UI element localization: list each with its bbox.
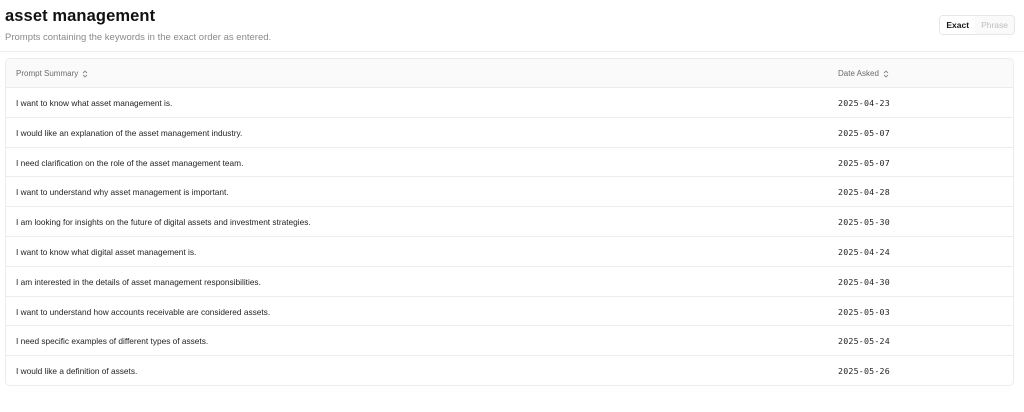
match-mode-toggle: Exact Phrase bbox=[939, 15, 1015, 35]
column-header-label: Prompt Summary bbox=[16, 69, 79, 78]
date-asked-cell: 2025-05-07 bbox=[838, 127, 890, 138]
sort-updown-icon bbox=[82, 69, 88, 78]
prompts-table: Prompt Summary Date Asked I want to know… bbox=[5, 58, 1014, 386]
table-row[interactable]: I need clarification on the role of the … bbox=[6, 148, 1013, 178]
date-asked-cell: 2025-05-07 bbox=[838, 157, 890, 168]
table-row[interactable]: I want to know what digital asset manage… bbox=[6, 237, 1013, 267]
table-header: Prompt Summary Date Asked bbox=[6, 59, 1013, 88]
table-row[interactable]: I would like a definition of assets. 202… bbox=[6, 356, 1013, 385]
prompt-summary-cell: I need clarification on the role of the … bbox=[16, 157, 244, 168]
prompt-summary-cell: I am interested in the details of asset … bbox=[16, 276, 261, 287]
table-body: I want to know what asset management is.… bbox=[6, 88, 1013, 385]
date-asked-cell: 2025-04-28 bbox=[838, 187, 890, 198]
phrase-toggle-option[interactable]: Phrase bbox=[975, 16, 1014, 34]
page-header: asset management Prompts containing the … bbox=[0, 0, 1024, 52]
column-header-date-asked[interactable]: Date Asked bbox=[838, 69, 889, 78]
prompt-summary-cell: I am looking for insights on the future … bbox=[16, 217, 311, 228]
exact-toggle-option[interactable]: Exact bbox=[940, 16, 976, 34]
prompt-summary-cell: I want to understand how accounts receiv… bbox=[16, 306, 271, 317]
prompt-summary-cell: I need specific examples of different ty… bbox=[16, 336, 209, 347]
prompt-summary-cell: I want to know what digital asset manage… bbox=[16, 246, 197, 257]
table-row[interactable]: I want to understand how accounts receiv… bbox=[6, 297, 1013, 327]
date-asked-cell: 2025-04-23 bbox=[838, 98, 890, 108]
table-row[interactable]: I am looking for insights on the future … bbox=[6, 207, 1013, 237]
prompt-summary-cell: I want to know what asset management is. bbox=[16, 98, 173, 108]
table-row[interactable]: I need specific examples of different ty… bbox=[6, 326, 1013, 357]
page-title: asset management bbox=[5, 7, 156, 25]
column-header-prompt-summary[interactable]: Prompt Summary bbox=[16, 69, 88, 78]
page-subtitle: Prompts containing the keywords in the e… bbox=[5, 32, 272, 43]
prompt-summary-cell: I would like an explanation of the asset… bbox=[16, 127, 243, 138]
column-header-label: Date Asked bbox=[838, 69, 879, 78]
date-asked-cell: 2025-05-24 bbox=[838, 336, 890, 347]
date-asked-cell: 2025-05-03 bbox=[838, 306, 890, 317]
prompt-summary-cell: I would like a definition of assets. bbox=[16, 366, 138, 377]
date-asked-cell: 2025-04-24 bbox=[838, 246, 890, 257]
table-row[interactable]: I would like an explanation of the asset… bbox=[6, 118, 1013, 148]
sort-updown-icon bbox=[883, 69, 889, 78]
date-asked-cell: 2025-05-26 bbox=[838, 366, 890, 377]
table-row[interactable]: I am interested in the details of asset … bbox=[6, 267, 1013, 297]
date-asked-cell: 2025-05-30 bbox=[838, 217, 890, 228]
table-row[interactable]: I want to know what asset management is.… bbox=[6, 88, 1013, 118]
date-asked-cell: 2025-04-30 bbox=[838, 276, 890, 287]
prompt-summary-cell: I want to understand why asset managemen… bbox=[16, 187, 229, 198]
page: asset management Prompts containing the … bbox=[0, 0, 1024, 412]
table-row[interactable]: I want to understand why asset managemen… bbox=[6, 177, 1013, 208]
